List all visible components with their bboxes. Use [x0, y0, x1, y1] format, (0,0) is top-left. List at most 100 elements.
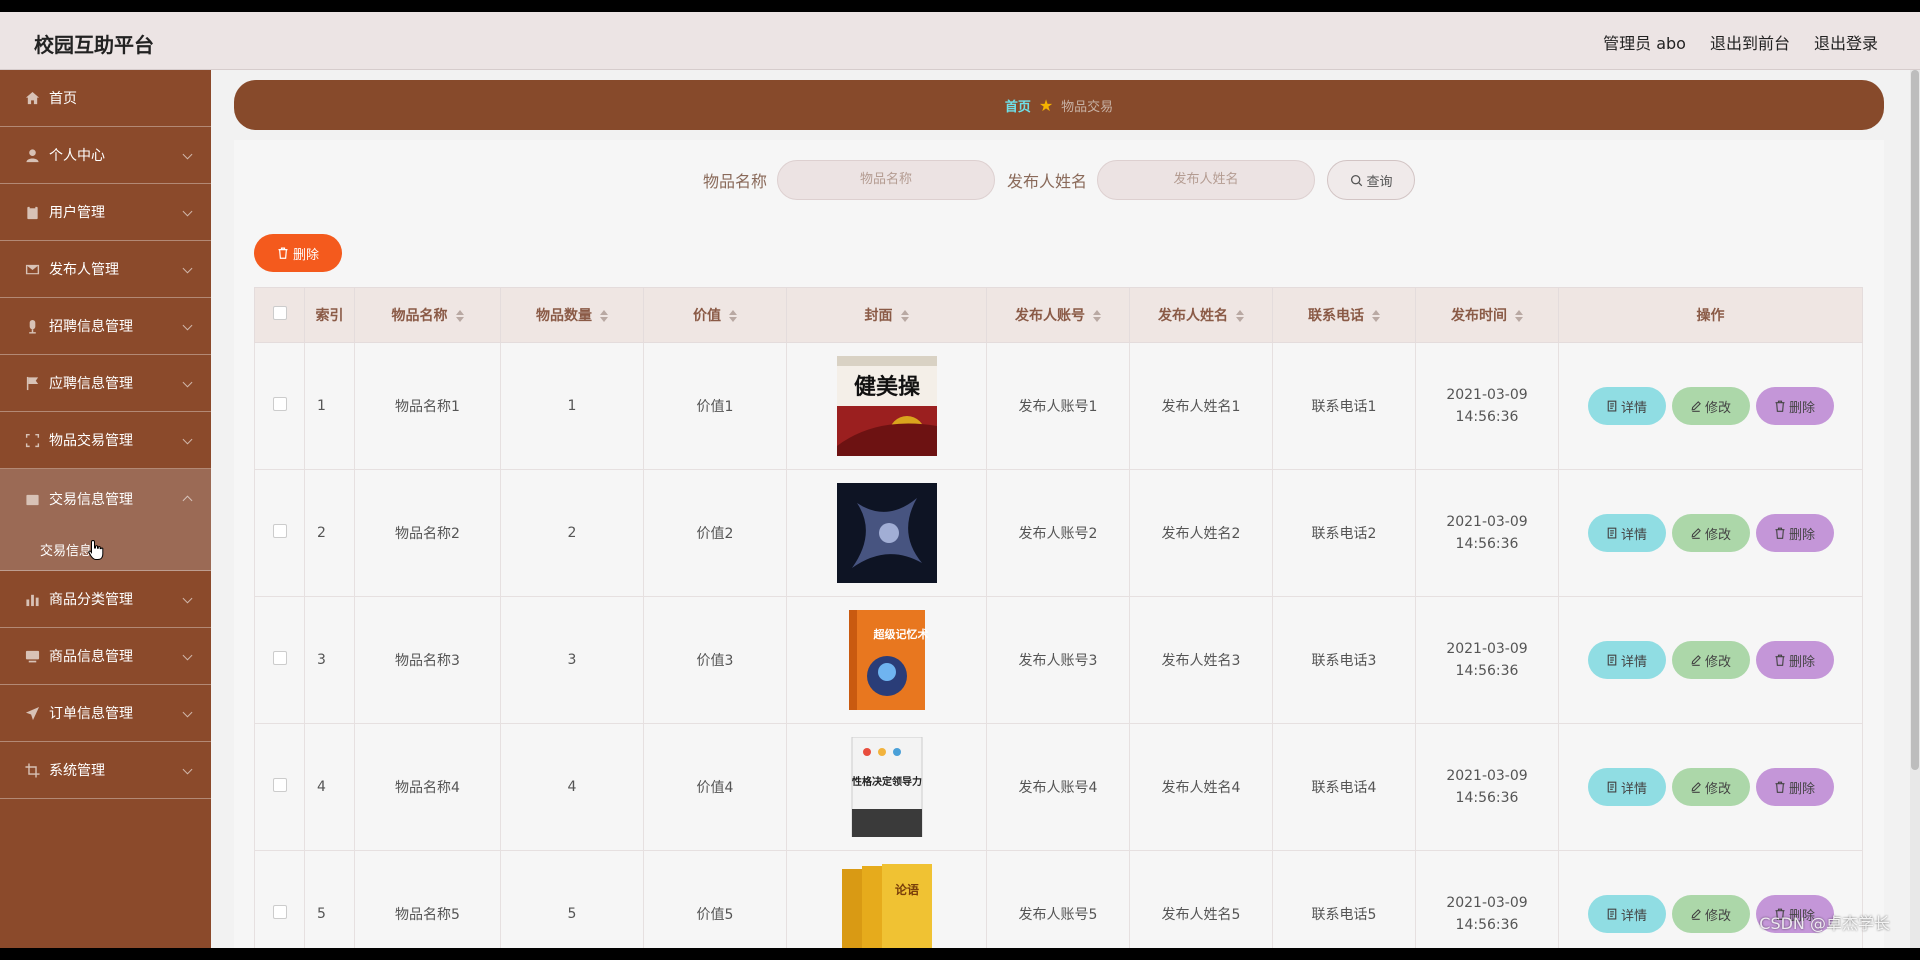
remove-button[interactable]: 删除	[1755, 768, 1834, 806]
top-bar: 校园互助平台 管理员 abo 退出到前台 退出登录	[0, 12, 1920, 70]
to-front-link[interactable]: 退出到前台	[1710, 30, 1790, 54]
cell-actions: 详情 修改 删除	[1558, 469, 1863, 597]
remove-icon	[1775, 527, 1785, 539]
sidebar-item-home[interactable]: 首页	[0, 70, 211, 127]
sidebar-item-trade-info[interactable]: 交易信息管理	[0, 469, 211, 529]
cell-cover: 健美操	[786, 342, 987, 470]
detail-button[interactable]: 详情	[1587, 514, 1666, 552]
table-row: 1 物品名称1 1 价值1 健美操 发布人账号1 发布人姓名1 联系电话1 2021-03-09…	[254, 342, 1863, 470]
publisher-name-label: 发布人姓名	[1007, 172, 1088, 191]
remove-button[interactable]: 删除	[1755, 387, 1834, 425]
sidebar-item-orders[interactable]: 订单信息管理	[0, 685, 211, 742]
content-panel: 物品名称 物品名称 发布人姓名 发布人姓名 查询 删除 索引 物品名称 物品数量…	[234, 140, 1884, 948]
batch-delete-button[interactable]: 删除	[254, 234, 342, 272]
column-header[interactable]: 封面	[786, 287, 987, 343]
edit-button[interactable]: 修改	[1671, 641, 1750, 679]
cell-publisher-account: 发布人账号5	[986, 850, 1130, 948]
remove-button[interactable]: 删除	[1755, 641, 1834, 679]
item-name-label: 物品名称	[702, 172, 767, 191]
cell-item-qty: 4	[500, 723, 644, 851]
remove-label: 删除	[1788, 781, 1815, 797]
table-row: 4 物品名称4 4 价值4 性格决定领导力 发布人账号4 发布人姓名4 联系电话4 2021-0…	[254, 723, 1863, 851]
sidebar-item-goods[interactable]: 商品信息管理	[0, 628, 211, 685]
chevron-down-icon	[182, 320, 193, 331]
submenu-item-trade-info[interactable]: 交易信息	[0, 529, 211, 571]
edit-button[interactable]: 修改	[1671, 514, 1750, 552]
edit-button[interactable]: 修改	[1671, 895, 1750, 933]
sidebar-item-apply[interactable]: 应聘信息管理	[0, 355, 211, 412]
cell-index: 5	[304, 850, 355, 948]
cell-cover	[786, 469, 987, 597]
column-header[interactable]: 价值	[643, 287, 787, 343]
cell-item-name: 物品名称4	[354, 723, 501, 851]
detail-button[interactable]: 详情	[1587, 895, 1666, 933]
sort-icon[interactable]	[1515, 310, 1523, 322]
column-header-label: 物品名称	[391, 308, 448, 324]
cell-phone: 联系电话1	[1272, 342, 1416, 470]
cover-image	[836, 483, 937, 583]
mail-icon	[24, 261, 40, 277]
sort-icon[interactable]	[600, 310, 608, 322]
scrollbar[interactable]	[1910, 70, 1920, 948]
scrollbar-thumb[interactable]	[1911, 70, 1919, 770]
cell-publish-time: 2021-03-09 14:56:36	[1415, 342, 1559, 470]
edit-icon	[1691, 401, 1701, 412]
query-button[interactable]: 查询	[1327, 160, 1416, 200]
detail-icon	[1607, 781, 1617, 793]
sidebar-item-label: 系统管理	[49, 763, 105, 779]
remove-button[interactable]: 删除	[1755, 514, 1834, 552]
row-checkbox-cell	[254, 850, 305, 948]
edit-button[interactable]: 修改	[1671, 387, 1750, 425]
watermark: CSDN @卓杰学长	[1759, 914, 1890, 933]
cell-actions: 详情 修改 删除	[1558, 723, 1863, 851]
sidebar-item-system[interactable]: 系统管理	[0, 742, 211, 799]
column-header[interactable]: 发布时间	[1415, 287, 1559, 343]
chevron-down-icon	[182, 434, 193, 445]
sort-icon[interactable]	[900, 310, 909, 322]
cell-actions: 详情 修改 删除	[1558, 342, 1863, 470]
crop-icon	[24, 762, 40, 778]
sidebar-item-label: 物品交易管理	[49, 433, 133, 449]
sidebar-item-recruit[interactable]: 招聘信息管理	[0, 298, 211, 355]
cell-index: 1	[304, 342, 355, 470]
row-checkbox[interactable]	[272, 397, 287, 411]
sort-icon[interactable]	[1372, 310, 1380, 322]
detail-button[interactable]: 详情	[1587, 768, 1666, 806]
sidebar-item-personal[interactable]: 个人中心	[0, 127, 211, 184]
row-checkbox[interactable]	[272, 778, 287, 792]
detail-label: 详情	[1620, 908, 1647, 924]
sidebar-item-item-trade[interactable]: 物品交易管理	[0, 412, 211, 469]
row-checkbox[interactable]	[272, 524, 287, 538]
sidebar-item-users[interactable]: 用户管理	[0, 184, 211, 241]
row-checkbox[interactable]	[272, 651, 287, 665]
edit-button[interactable]: 修改	[1671, 768, 1750, 806]
sidebar-item-category[interactable]: 商品分类管理	[0, 571, 211, 628]
sidebar-item-label: 用户管理	[49, 205, 105, 221]
sort-icon[interactable]	[1093, 310, 1101, 322]
cell-phone: 联系电话2	[1272, 469, 1416, 597]
sidebar-item-publishers[interactable]: 发布人管理	[0, 241, 211, 298]
sort-icon[interactable]	[1236, 310, 1244, 322]
detail-button[interactable]: 详情	[1587, 641, 1666, 679]
column-header[interactable]: 发布人账号	[986, 287, 1130, 343]
item-name-input[interactable]: 物品名称	[777, 160, 995, 200]
cell-item-value: 价值3	[643, 596, 787, 724]
brand-title: 校园互助平台	[34, 33, 154, 57]
detail-button[interactable]: 详情	[1587, 387, 1666, 425]
cell-item-qty: 5	[500, 850, 644, 948]
sidebar-item-label: 商品信息管理	[49, 649, 133, 665]
column-header[interactable]: 联系电话	[1272, 287, 1416, 343]
sort-icon[interactable]	[455, 310, 464, 322]
row-checkbox[interactable]	[272, 905, 287, 919]
column-header: 索引	[304, 287, 355, 343]
edit-label: 修改	[1704, 654, 1731, 670]
logout-link[interactable]: 退出登录	[1814, 30, 1878, 54]
column-header[interactable]: 物品名称	[354, 287, 501, 343]
column-header[interactable]: 物品数量	[500, 287, 644, 343]
sort-icon[interactable]	[729, 310, 737, 322]
publisher-name-input[interactable]: 发布人姓名	[1097, 160, 1316, 200]
column-header[interactable]: 发布人姓名	[1129, 287, 1273, 343]
select-all-checkbox[interactable]	[272, 306, 287, 320]
breadcrumb-home[interactable]: 首页	[1005, 96, 1031, 115]
sidebar-item-label: 发布人管理	[49, 262, 119, 278]
